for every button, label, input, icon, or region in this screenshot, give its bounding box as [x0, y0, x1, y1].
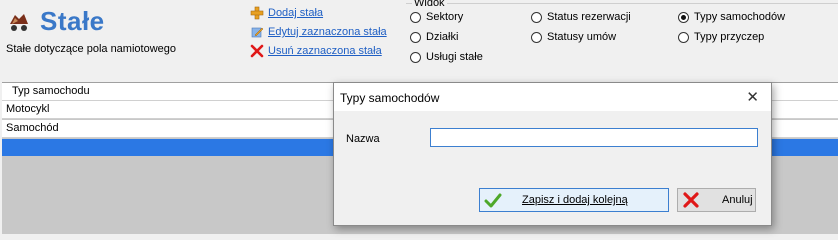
radio-button-icon: [410, 11, 421, 23]
dialog-titlebar[interactable]: Typy samochodów ✕: [334, 83, 771, 111]
add-constant-label: Dodaj stała: [268, 7, 324, 19]
radio-button-icon: [410, 31, 421, 43]
radio-label: Usługi stałe: [426, 51, 483, 63]
radio-plots[interactable]: Działki: [410, 31, 458, 43]
radio-button-icon: [531, 31, 542, 43]
page-subtitle: Stałe dotyczące pola namiotowego: [6, 43, 176, 55]
radio-label: Sektory: [426, 11, 464, 23]
name-input[interactable]: [430, 128, 758, 147]
cancel-x-icon: [683, 192, 699, 208]
radio-button-icon: [531, 11, 542, 23]
save-button-label: Zapisz i dodaj kolejną: [522, 194, 628, 206]
radio-button-icon: [678, 11, 689, 23]
view-group: Widok Sektory Status rezerwacji Typy sam…: [406, 0, 838, 64]
cancel-button-label: Anuluj: [722, 194, 753, 206]
close-icon[interactable]: ✕: [746, 88, 759, 106]
radio-fixed-services[interactable]: Usługi stałe: [410, 51, 483, 63]
radio-label: Typy samochodów: [694, 11, 786, 23]
edit-constant-label: Edytuj zaznaczona stała: [268, 26, 387, 38]
radio-button-icon: [678, 31, 689, 43]
radio-button-icon: [410, 51, 421, 63]
add-constant-link[interactable]: Dodaj stała: [250, 6, 323, 20]
delete-x-icon: [250, 44, 264, 58]
radio-label: Działki: [426, 31, 459, 43]
radio-sectors[interactable]: Sektory: [410, 11, 463, 23]
radio-label: Typy przyczep: [694, 31, 765, 43]
delete-constant-link[interactable]: Usuń zaznaczona stała: [250, 44, 382, 58]
constants-window: Stałe Stałe dotyczące pola namiotowego D…: [0, 0, 838, 234]
delete-constant-label: Usuń zaznaczona stała: [268, 45, 382, 57]
radio-label: Statusy umów: [547, 31, 617, 43]
car-types-dialog: Typy samochodów ✕ Nazwa Zapisz i dodaj k…: [333, 82, 772, 226]
view-group-label: Widok: [412, 0, 447, 9]
checkmark-icon: [484, 193, 502, 208]
edit-constant-link[interactable]: Edytuj zaznaczona stała: [250, 25, 387, 39]
radio-contract-statuses[interactable]: Statusy umów: [531, 31, 616, 43]
dialog-title: Typy samochodów: [340, 91, 440, 105]
radio-reservation-status[interactable]: Status rezerwacji: [531, 11, 631, 23]
plus-icon: [250, 6, 264, 20]
name-field-label: Nazwa: [346, 133, 380, 145]
car-icon: [10, 14, 28, 31]
cancel-button[interactable]: Anuluj: [677, 188, 756, 212]
page-title: Stałe: [40, 6, 105, 36]
radio-label: Status rezerwacji: [547, 11, 631, 23]
edit-pencil-icon: [251, 27, 264, 38]
save-and-add-next-button[interactable]: Zapisz i dodaj kolejną: [479, 188, 669, 212]
radio-trailer-types[interactable]: Typy przyczep: [678, 31, 764, 43]
radio-car-types[interactable]: Typy samochodów: [678, 11, 785, 23]
